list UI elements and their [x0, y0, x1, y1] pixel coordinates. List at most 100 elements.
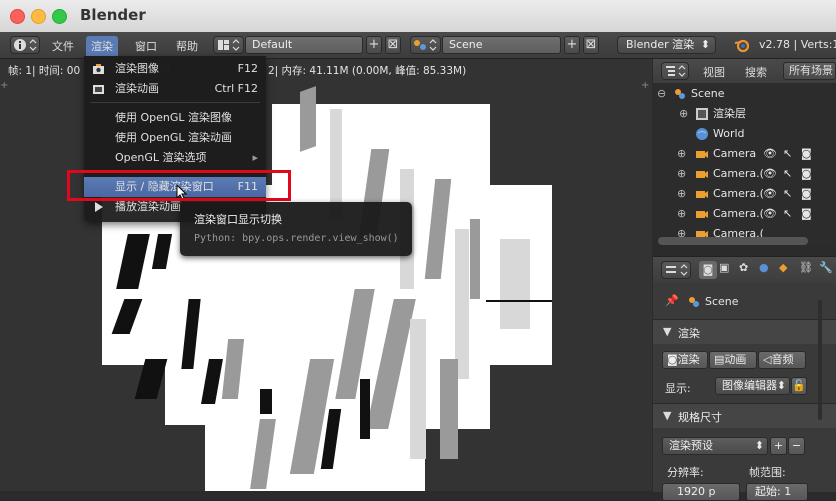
outliner-row-camera-2[interactable]: ⊕ Camera.( 👁 ↖ ◙	[653, 164, 836, 184]
eye-icon[interactable]: 👁	[763, 204, 777, 224]
outliner-header: 视图 搜索 所有场景	[653, 59, 836, 83]
cursor-select-icon[interactable]: ↖	[783, 164, 792, 184]
properties-header: ◙ ▣ ✿ ● ◆ ⛓ 🔧	[653, 257, 836, 283]
collapse-triangle-icon: ▼	[663, 325, 672, 338]
menu-item-render-image[interactable]: 渲染图像 F12	[84, 59, 266, 79]
scene-icon	[675, 89, 685, 99]
outliner-scrollbar[interactable]	[658, 237, 808, 245]
menu-file[interactable]: 文件	[52, 38, 74, 54]
properties-context-tabs: ◙ ▣ ✿ ● ◆ ⛓ 🔧	[699, 261, 836, 279]
world-tab-icon[interactable]: ●	[759, 261, 769, 274]
expand-icon: ⊕	[677, 207, 687, 220]
outliner-menu-view[interactable]: 视图	[703, 64, 725, 80]
collapse-icon: ⊖	[657, 87, 667, 100]
menu-render[interactable]: 渲染	[86, 36, 118, 56]
object-tab-icon[interactable]: ◆	[779, 261, 787, 274]
render-layers-icon	[696, 108, 708, 120]
pin-icon[interactable]: 📌	[665, 294, 679, 307]
expand-icon: ⊕	[677, 167, 687, 180]
properties-scrollbar[interactable]	[818, 300, 822, 420]
render-animation-button[interactable]: ▤动画	[709, 351, 757, 369]
outliner-menu-search[interactable]: 搜索	[745, 64, 767, 80]
play-icon	[95, 202, 103, 212]
render-engine-selector[interactable]: Blender 渲染 ⬍	[617, 36, 716, 54]
menu-item-opengl-render-image[interactable]: 使用 OpenGL 渲染图像	[84, 108, 266, 128]
add-preset-button[interactable]: +	[770, 437, 787, 455]
context-scene-label: Scene	[705, 295, 739, 308]
camera-object-icon	[696, 171, 708, 178]
lock-icon: 🔓	[792, 379, 806, 392]
window-title: Blender	[80, 6, 146, 24]
scene-selector[interactable]	[410, 36, 441, 54]
resolution-label: 分辨率:	[667, 466, 704, 479]
plus-icon: +	[773, 439, 784, 452]
version-stats: v2.78 | Verts:1	[759, 38, 836, 51]
render-audio-button[interactable]: ◁音频	[758, 351, 806, 369]
outliner-row-camera[interactable]: ⊕ Camera 👁 ↖ ◙	[653, 144, 836, 164]
constraints-tab-icon[interactable]: ⛓	[799, 261, 813, 274]
render-layers-tab-icon[interactable]: ▣	[719, 261, 729, 274]
add-screen-button[interactable]: +	[366, 36, 382, 54]
scene-tab-icon[interactable]: ✿	[739, 261, 748, 274]
lock-interface-button[interactable]: 🔓	[791, 377, 807, 395]
menu-help[interactable]: 帮助	[176, 38, 198, 54]
info-header: 文件 渲染 窗口 帮助 Default + ⊠ Scene + ⊠ Blende…	[0, 32, 836, 59]
close-icon: ⊠	[585, 37, 597, 52]
minimize-window-button[interactable]	[31, 9, 46, 24]
cursor-select-icon[interactable]: ↖	[783, 204, 792, 224]
outliner-row-world[interactable]: World	[653, 124, 836, 144]
display-label: 显示:	[665, 382, 691, 395]
outliner-editor-type[interactable]	[661, 62, 689, 80]
display-mode-selector[interactable]: 图像编辑器 ⬍	[715, 377, 790, 395]
frame-start-field[interactable]: 起始: 1	[746, 483, 808, 501]
render-camera-icon[interactable]: ◙	[801, 204, 812, 224]
outliner-row-scene[interactable]: ⊖ Scene	[653, 84, 836, 104]
remove-preset-button[interactable]: −	[788, 437, 805, 455]
render-image-button[interactable]: ◙渲染	[662, 351, 708, 369]
menu-window[interactable]: 窗口	[135, 38, 157, 54]
outliner-display-mode[interactable]: 所有场景	[783, 62, 836, 80]
dimensions-panel-header[interactable]: ▼ 规格尺寸	[653, 403, 836, 428]
menu-item-opengl-render-options[interactable]: OpenGL 渲染选项 ▸	[84, 148, 266, 168]
scene-name[interactable]: Scene	[442, 36, 561, 54]
plus-icon: +	[368, 37, 380, 52]
modifiers-tab-icon[interactable]: 🔧	[819, 261, 833, 274]
menu-item-opengl-render-animation[interactable]: 使用 OpenGL 渲染动画	[84, 128, 266, 148]
expand-icon: ⊕	[677, 147, 687, 160]
eye-icon[interactable]: 👁	[763, 184, 777, 204]
outliner-icon	[666, 65, 686, 77]
resolution-x-field[interactable]: 1920 p	[662, 483, 740, 501]
render-panel-header[interactable]: ▼ 渲染	[653, 319, 836, 344]
render-presets-selector[interactable]: 渲染预设 ⬍	[662, 437, 768, 455]
close-window-button[interactable]	[10, 9, 25, 24]
film-icon	[93, 85, 104, 94]
plus-icon: +	[566, 37, 578, 52]
camera-icon	[93, 64, 104, 74]
updown-icon: ⬍	[754, 439, 764, 452]
outliner-row-camera-4[interactable]: ⊕ Camera.( 👁 ↖ ◙	[653, 204, 836, 224]
camera-icon: ◙	[667, 353, 678, 366]
properties-editor-type[interactable]	[661, 261, 691, 279]
add-scene-button[interactable]: +	[564, 36, 580, 54]
eye-icon[interactable]: 👁	[763, 144, 777, 164]
eye-icon[interactable]: 👁	[763, 164, 777, 184]
render-camera-icon[interactable]: ◙	[801, 164, 812, 184]
render-tab-icon[interactable]: ◙	[699, 261, 717, 279]
remove-screen-button[interactable]: ⊠	[385, 36, 401, 54]
menu-item-render-animation[interactable]: 渲染动画 Ctrl F12	[84, 79, 266, 99]
tooltip-title: 渲染窗口显示切换	[194, 213, 282, 226]
film-icon: ▤	[714, 353, 725, 366]
cursor-select-icon[interactable]: ↖	[783, 184, 792, 204]
cursor-select-icon[interactable]: ↖	[783, 144, 792, 164]
screen-layout-selector[interactable]	[213, 36, 244, 54]
render-camera-icon[interactable]: ◙	[801, 184, 812, 204]
corner-plus-icon: +	[641, 80, 650, 91]
editor-type-button[interactable]	[10, 36, 40, 54]
outliner-row-camera-3[interactable]: ⊕ Camera.( 👁 ↖ ◙	[653, 184, 836, 204]
render-camera-icon[interactable]: ◙	[801, 144, 812, 164]
outliner-row-render-layers[interactable]: ⊕ 渲染层	[653, 104, 836, 124]
maximize-window-button[interactable]	[52, 9, 67, 24]
updown-icon: ⬍	[700, 38, 710, 51]
remove-scene-button[interactable]: ⊠	[583, 36, 599, 54]
screen-layout-name[interactable]: Default	[245, 36, 363, 54]
